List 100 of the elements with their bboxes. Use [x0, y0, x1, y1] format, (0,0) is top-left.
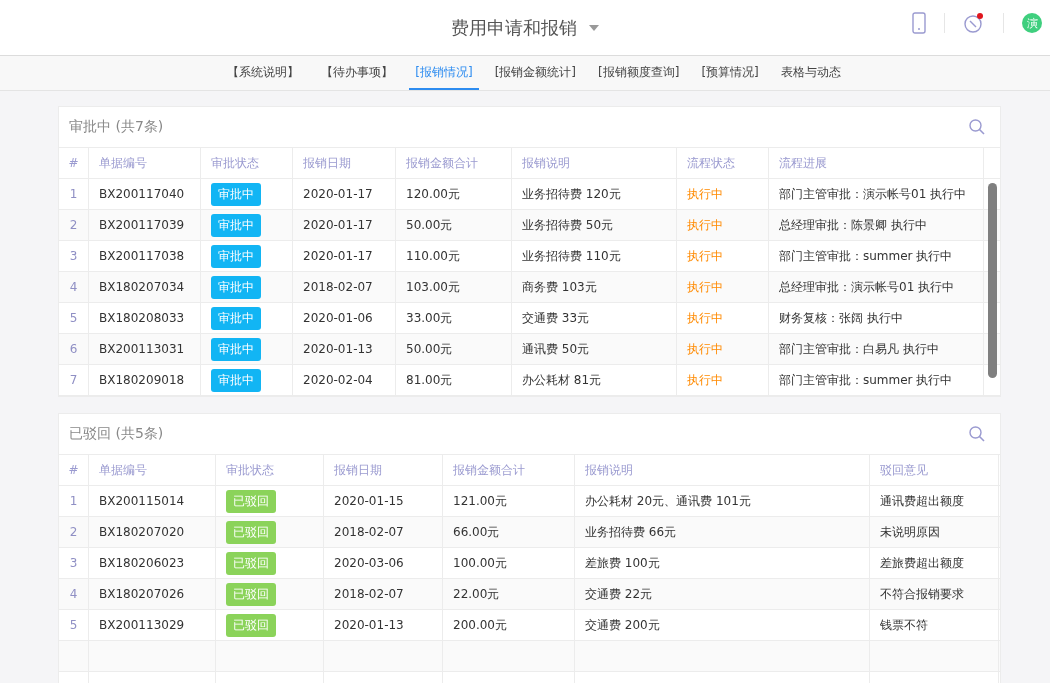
column-header: 单据编号 [89, 455, 216, 485]
table-cell: 22.00元 [453, 585, 500, 603]
status-text: 执行中 [687, 247, 723, 265]
status-text: 执行中 [687, 216, 723, 234]
table-cell: 100.00元 [453, 554, 507, 572]
table-cell: 部门主管审批：summer 执行中 [779, 371, 953, 389]
table-cell: 总经理审批：陈景卿 执行中 [779, 216, 927, 234]
table-cell: 33.00元 [406, 309, 453, 327]
table-cell: 2020-01-13 [303, 342, 373, 356]
tab[interactable]: 【系统说明】 [221, 56, 306, 90]
status-badge: 审批中 [211, 337, 261, 361]
panel-title: 已驳回 (共5条) [69, 425, 164, 443]
column-header: # [59, 455, 89, 485]
table-cell: 121.00元 [453, 492, 507, 510]
app-title[interactable]: 费用申请和报销 [451, 15, 577, 40]
table-cell: 钱票不符 [880, 616, 928, 634]
table-cell: 2020-01-17 [303, 249, 373, 263]
table-cell: 交通费 22元 [585, 585, 653, 603]
row-number: 4 [69, 587, 78, 601]
row-number: 3 [69, 249, 78, 263]
row-number: 5 [69, 311, 78, 325]
search-icon[interactable] [968, 425, 986, 443]
status-text: 执行中 [687, 278, 723, 296]
table-cell: BX200117040 [99, 187, 185, 201]
column-header: 流程进展 [769, 148, 984, 178]
column-header: 流程状态 [677, 148, 769, 178]
table-cell: 办公耗材 20元、通讯费 101元 [585, 492, 751, 510]
column-header: 报销日期 [293, 148, 396, 178]
row-number: 5 [69, 618, 78, 632]
compass-icon[interactable] [963, 12, 985, 34]
table-cell: 2020-01-17 [303, 218, 373, 232]
table-cell: 2018-02-07 [334, 525, 404, 539]
column-header: 报销金额合计 [443, 455, 575, 485]
table-cell: 业务招待费 120元 [522, 185, 621, 203]
tab[interactable]: [预算情况] [695, 56, 765, 90]
table-cell: 总经理审批：演示帐号01 执行中 [779, 278, 955, 296]
table-cell: 2020-03-06 [334, 556, 404, 570]
column-header: 报销说明 [575, 455, 870, 485]
table-cell: 2018-02-07 [303, 280, 373, 294]
table-cell: BX180207020 [99, 525, 185, 539]
status-badge: 审批中 [211, 244, 261, 268]
column-header: 审批状态 [201, 148, 293, 178]
column-header: 单据编号 [89, 148, 201, 178]
caret-icon[interactable] [589, 24, 599, 31]
column-header: # [59, 148, 89, 178]
status-badge: 已驳回 [226, 582, 276, 606]
status-badge: 审批中 [211, 368, 261, 392]
table-cell: 业务招待费 110元 [522, 247, 621, 265]
table-cell: BX180207026 [99, 587, 185, 601]
scrollbar-thumb[interactable] [988, 183, 997, 378]
table-cell: 通讯费超出额度 [880, 492, 964, 510]
tab[interactable]: [报销额度查询] [592, 56, 686, 90]
tab[interactable]: 【待办事项】 [315, 56, 400, 90]
table-cell: BX200115014 [99, 494, 185, 508]
column-header: 审批状态 [216, 455, 324, 485]
status-badge: 审批中 [211, 275, 261, 299]
table-cell: 2020-01-17 [303, 187, 373, 201]
table-cell: 业务招待费 50元 [522, 216, 614, 234]
row-number: 2 [69, 525, 78, 539]
table-cell: 部门主管审批：summer 执行中 [779, 247, 953, 265]
table-cell: 办公耗材 81元 [522, 371, 602, 389]
row-number: 1 [69, 187, 78, 201]
row-number: 4 [69, 280, 78, 294]
panel-title: 审批中 (共7条) [69, 118, 164, 136]
status-badge: 已驳回 [226, 613, 276, 637]
row-number: 7 [69, 373, 78, 387]
table-cell: 通讯费 50元 [522, 340, 590, 358]
row-number: 1 [69, 494, 78, 508]
table-cell: 商务费 103元 [522, 278, 597, 296]
table-cell: 部门主管审批：白易凡 执行中 [779, 340, 939, 358]
table-cell: 业务招待费 66元 [585, 523, 677, 541]
phone-icon[interactable] [912, 12, 926, 34]
table-cell: 110.00元 [406, 247, 460, 265]
table-cell: 81.00元 [406, 371, 453, 389]
search-icon[interactable] [968, 118, 986, 136]
table-cell: BX180206023 [99, 556, 185, 570]
table-cell: 50.00元 [406, 216, 453, 234]
table-cell: 财务复核：张阔 执行中 [779, 309, 903, 327]
table-cell: BX200113031 [99, 342, 185, 356]
status-text: 执行中 [687, 309, 723, 327]
table-cell: 103.00元 [406, 278, 460, 296]
column-header: 驳回意见 [870, 455, 999, 485]
tab[interactable]: [报销金额统计] [488, 56, 582, 90]
column-header: 报销日期 [324, 455, 443, 485]
table-cell: BX200113029 [99, 618, 185, 632]
table-cell: 120.00元 [406, 185, 460, 203]
tab[interactable]: 表格与动态 [774, 56, 847, 90]
table-cell: 50.00元 [406, 340, 453, 358]
table-cell: BX180207034 [99, 280, 185, 294]
table-cell: 2018-02-07 [334, 587, 404, 601]
row-number: 6 [69, 342, 78, 356]
table-cell: 交通费 200元 [585, 616, 660, 634]
table-cell: BX180208033 [99, 311, 185, 325]
status-text: 执行中 [687, 185, 723, 203]
table-cell: 2020-01-06 [303, 311, 373, 325]
status-text: 执行中 [687, 340, 723, 358]
table-cell: BX180209018 [99, 373, 185, 387]
table-cell: 2020-02-04 [303, 373, 373, 387]
table-cell: BX200117038 [99, 249, 185, 263]
status-text: 执行中 [687, 371, 723, 389]
